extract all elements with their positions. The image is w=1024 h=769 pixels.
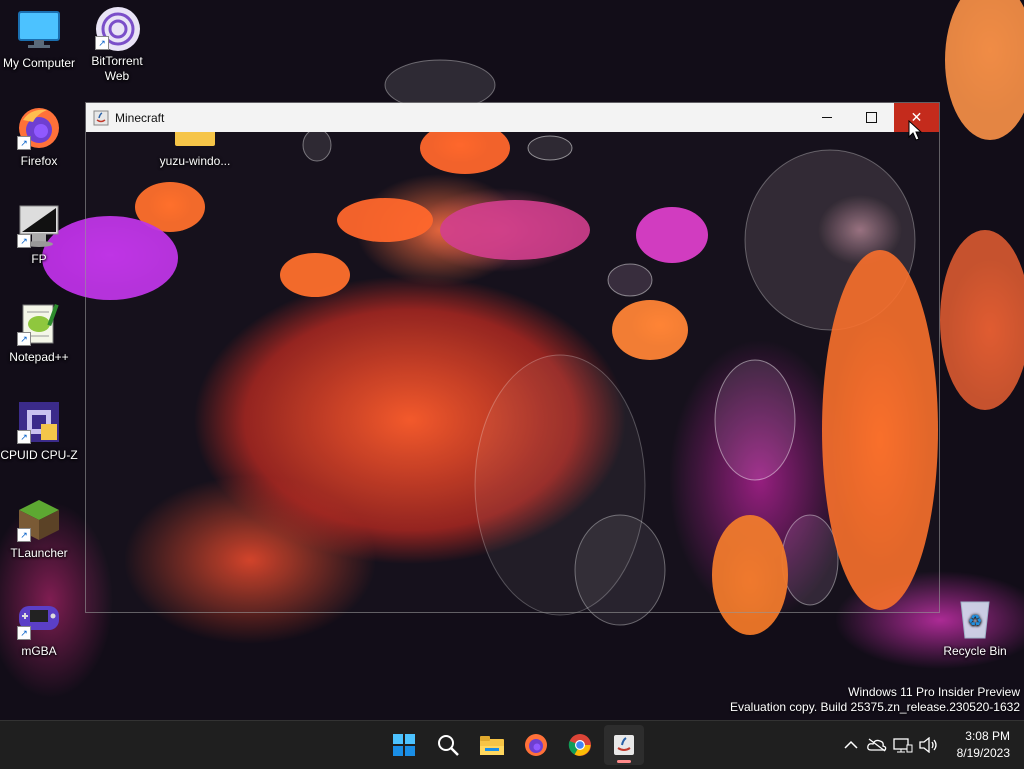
search-button[interactable] (428, 725, 468, 765)
shortcut-arrow-icon: ↗ (17, 234, 31, 248)
window-titlebar[interactable]: Minecraft ✕ (86, 103, 939, 132)
desktop-icon-label: Firefox (20, 154, 58, 168)
watermark-line-1: Windows 11 Pro Insider Preview (848, 685, 1020, 699)
system-tray: 3:08 PM 8/19/2023 (838, 721, 1024, 769)
clock-date: 8/19/2023 (956, 746, 1010, 760)
fp-icon: ↗ (17, 204, 61, 248)
search-icon (438, 735, 459, 756)
monitor-icon (17, 8, 61, 52)
firefox-taskbar-button[interactable] (516, 725, 556, 765)
window-content[interactable] (86, 132, 939, 612)
desktop-icon-tlauncher[interactable]: ↗ TLauncher (0, 498, 78, 561)
cloud-offline-icon (867, 738, 887, 752)
desktop-icon-label: mGBA (21, 644, 57, 658)
speaker-icon (919, 737, 937, 753)
minimize-button[interactable] (804, 103, 849, 132)
show-hidden-icons-button[interactable] (838, 733, 864, 757)
notepadpp-icon: ↗ (17, 302, 61, 346)
desktop-icon-notepadpp[interactable]: ↗ Notepad++ (0, 302, 78, 365)
window-title: Minecraft (115, 110, 165, 125)
cpuz-icon: ↗ (17, 400, 61, 444)
chevron-up-icon (844, 740, 858, 749)
chrome-icon (568, 734, 591, 756)
windows-watermark: Windows 11 Pro Insider Preview Evaluatio… (730, 685, 1020, 715)
desktop-icon-cpuz[interactable]: ↗ CPUID CPU-Z (0, 400, 78, 463)
desktop-icon-label: Recycle Bin (943, 644, 1007, 658)
chrome-taskbar-button[interactable] (560, 725, 600, 765)
network-tray-button[interactable] (890, 733, 916, 757)
tlauncher-icon: ↗ (17, 498, 61, 542)
file-explorer-button[interactable] (472, 725, 512, 765)
java-icon (614, 735, 634, 755)
shortcut-arrow-icon: ↗ (17, 136, 31, 150)
network-icon (893, 738, 913, 753)
desktop-icon-label: BitTorrent Web (91, 54, 143, 83)
shortcut-arrow-icon: ↗ (17, 528, 31, 542)
shortcut-arrow-icon: ↗ (95, 36, 109, 50)
recycle-bin-icon: ♻ (953, 596, 997, 640)
java-taskbar-button[interactable] (604, 725, 644, 765)
maximize-button[interactable] (849, 103, 894, 132)
bittorrent-icon: ↗ (95, 6, 140, 51)
mouse-cursor-icon (908, 120, 922, 141)
minecraft-window[interactable]: Minecraft ✕ (85, 102, 940, 613)
watermark-line-2: Evaluation copy. Build 25375.zn_release.… (730, 700, 1020, 714)
shortcut-arrow-icon: ↗ (17, 626, 31, 640)
file-explorer-icon (480, 736, 504, 755)
desktop-icon-bittorrent[interactable]: ↗ BitTorrent Web (78, 6, 156, 84)
desktop-icon-mgba[interactable]: ↗ mGBA (0, 596, 78, 659)
maximize-icon (866, 112, 877, 123)
desktop-icon-firefox[interactable]: ↗ Firefox (0, 106, 78, 169)
volume-tray-button[interactable] (916, 733, 942, 757)
firefox-icon (525, 734, 547, 756)
firefox-icon: ↗ (17, 106, 61, 150)
taskbar-apps (384, 721, 644, 769)
desktop-icon-fp[interactable]: ↗ FP (0, 204, 78, 267)
java-icon (93, 110, 109, 126)
desktop-icon-label: My Computer (2, 56, 76, 70)
desktop-icon-label: TLauncher (10, 546, 68, 560)
onedrive-tray-button[interactable] (864, 733, 890, 757)
desktop-icon-my-computer[interactable]: My Computer (0, 8, 78, 71)
minimize-icon (821, 117, 832, 118)
desktop-icon-recycle-bin[interactable]: ♻ Recycle Bin (936, 596, 1014, 659)
start-button[interactable] (384, 725, 424, 765)
desktop-icon-label: CPUID CPU-Z (0, 448, 78, 462)
shortcut-arrow-icon: ↗ (17, 430, 31, 444)
shortcut-arrow-icon: ↗ (17, 332, 31, 346)
start-icon (393, 734, 415, 756)
clock-time: 3:08 PM (965, 729, 1010, 743)
taskbar-clock[interactable]: 3:08 PM 8/19/2023 (942, 728, 1024, 762)
mgba-icon: ↗ (17, 596, 61, 640)
svg-text:♻: ♻ (968, 611, 982, 630)
desktop-icon-label: FP (31, 252, 47, 266)
taskbar: 3:08 PM 8/19/2023 (0, 720, 1024, 769)
desktop-icon-label: Notepad++ (9, 350, 69, 364)
